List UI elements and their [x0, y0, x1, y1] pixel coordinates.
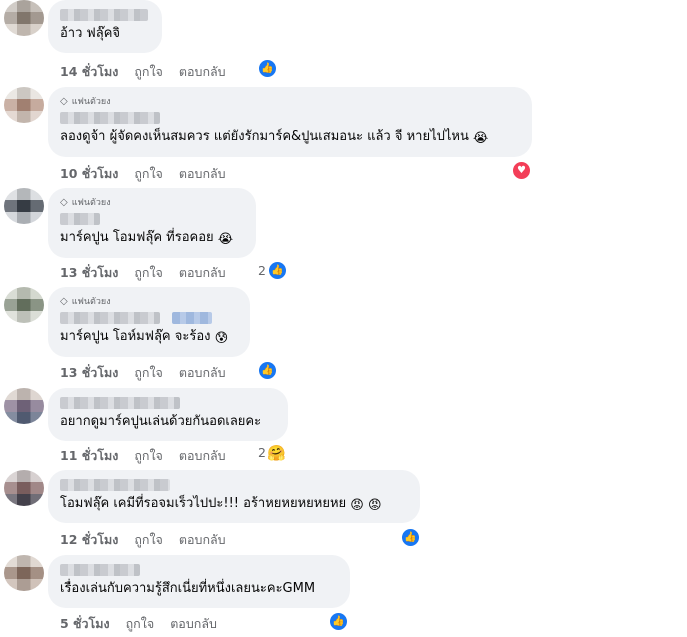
comment-time[interactable]: 5 ชั่วโมง: [60, 614, 110, 634]
like-button[interactable]: ถูกใจ: [134, 446, 163, 466]
reply-button[interactable]: ตอบกลับ: [179, 530, 226, 550]
comment-text: อ้าว ฟลุ๊คจิ: [60, 26, 121, 41]
avatar[interactable]: [4, 287, 44, 323]
tagged-name-blurred[interactable]: [172, 312, 212, 324]
avatar[interactable]: [4, 87, 44, 123]
comment-time[interactable]: 13 ชั่วโมง: [60, 363, 118, 383]
comment-bubble: อ้าว ฟลุ๊คจิ: [48, 0, 162, 53]
reply-button[interactable]: ตอบกลับ: [170, 614, 217, 634]
comment-text: เรื่องเล่นกับความรู้สึกเนี่ยที่หนึ่งเลยน…: [60, 581, 316, 596]
reaction-summary[interactable]: 👍: [258, 59, 277, 78]
commenter-name-blurred[interactable]: [60, 213, 100, 225]
reaction-summary[interactable]: 👍: [401, 528, 420, 547]
top-fan-badge: ◇ แฟนตัวยง: [60, 196, 244, 210]
comment-actions: 11 ชั่วโมง ถูกใจ ตอบกลับ: [60, 446, 226, 466]
reaction-summary[interactable]: 👍: [329, 612, 348, 631]
comment-actions: 5 ชั่วโมง ถูกใจ ตอบกลับ: [60, 614, 217, 634]
like-button[interactable]: ถูกใจ: [126, 614, 155, 634]
comment-time[interactable]: 14 ชั่วโมง: [60, 62, 118, 82]
avatar[interactable]: [4, 388, 44, 424]
reply-button[interactable]: ตอบกลับ: [179, 363, 226, 383]
comment-bubble: โอมฟลุ๊ค เคมีที่รอจมเร็วไปปะ!!! อร้าหยหย…: [48, 470, 420, 523]
comment-text: มาร์คปูน โอห์มฟลุ๊ค จะร้อง 😰: [60, 329, 229, 346]
comment-text: มาร์คปูน โอมฟลุ๊ค ที่รอคอย 😭: [60, 230, 234, 247]
crying-face-icon: 😭: [473, 131, 489, 146]
like-button[interactable]: ถูกใจ: [134, 164, 163, 184]
like-icon: 👍: [258, 361, 277, 380]
like-icon: 👍: [329, 612, 348, 631]
reaction-summary[interactable]: 2 🤗: [258, 443, 286, 462]
like-icon: 👍: [267, 261, 287, 280]
reaction-count: 2: [258, 445, 266, 460]
comment-text: อยากดูมาร์คปูนเล่นด้วยกันอดเลยคะ: [60, 414, 262, 429]
top-fan-badge: ◇ แฟนตัวยง: [60, 295, 238, 309]
heart-icon: ♥: [512, 161, 531, 180]
diamond-icon: ◇: [60, 197, 68, 208]
reaction-summary[interactable]: 2 👍: [258, 261, 287, 280]
comment-time[interactable]: 10 ชั่วโมง: [60, 164, 118, 184]
comment-bubble: เรื่องเล่นกับความรู้สึกเนี่ยที่หนึ่งเลยน…: [48, 555, 350, 608]
avatar[interactable]: [4, 470, 44, 506]
reaction-count: 2: [258, 263, 266, 278]
commenter-name-blurred[interactable]: [60, 564, 140, 576]
like-icon: 👍: [401, 528, 420, 547]
avatar[interactable]: [4, 0, 44, 36]
avatar[interactable]: [4, 188, 44, 224]
comment-actions: 12 ชั่วโมง ถูกใจ ตอบกลับ: [60, 530, 226, 550]
angry-face-icon: 😡 😡: [350, 498, 382, 513]
comment-time[interactable]: 11 ชั่วโมง: [60, 446, 118, 466]
commenter-name-blurred[interactable]: [60, 9, 148, 21]
avatar[interactable]: [4, 555, 44, 591]
diamond-icon: ◇: [60, 296, 68, 307]
comment-text: ลองดูจ้า ผู้จัดคงเห็นสมควร แต่ยังรักมาร์…: [60, 129, 489, 146]
comment-actions: 10 ชั่วโมง ถูกใจ ตอบกลับ: [60, 164, 226, 184]
comment-time[interactable]: 12 ชั่วโมง: [60, 530, 118, 550]
reaction-summary[interactable]: 👍: [258, 361, 277, 380]
badge-label: แฟนตัวยง: [71, 198, 111, 208]
comment-time[interactable]: 13 ชั่วโมง: [60, 263, 118, 283]
reaction-summary[interactable]: ♥: [512, 161, 531, 180]
like-button[interactable]: ถูกใจ: [134, 530, 163, 550]
like-icon: 👍: [258, 59, 277, 78]
badge-label: แฟนตัวยง: [71, 297, 111, 307]
reply-button[interactable]: ตอบกลับ: [179, 263, 226, 283]
badge-label: แฟนตัวยง: [71, 97, 111, 107]
diamond-icon: ◇: [60, 96, 68, 107]
commenter-name-blurred[interactable]: [60, 397, 180, 409]
reply-button[interactable]: ตอบกลับ: [179, 62, 226, 82]
care-icon: 🤗: [267, 443, 286, 462]
comment-bubble: อยากดูมาร์คปูนเล่นด้วยกันอดเลยคะ: [48, 388, 288, 441]
comment-bubble: ◇ แฟนตัวยง ลองดูจ้า ผู้จัดคงเห็นสมควร แต…: [48, 87, 532, 157]
commenter-name-blurred[interactable]: [60, 312, 160, 324]
commenter-name-blurred[interactable]: [60, 112, 160, 124]
like-button[interactable]: ถูกใจ: [134, 363, 163, 383]
comment-actions: 13 ชั่วโมง ถูกใจ ตอบกลับ: [60, 363, 226, 383]
comment-bubble: ◇ แฟนตัวยง มาร์คปูน โอห์มฟลุ๊ค จะร้อง 😰: [48, 287, 250, 357]
reply-button[interactable]: ตอบกลับ: [179, 446, 226, 466]
crying-face-icon: 😭: [217, 232, 234, 247]
like-button[interactable]: ถูกใจ: [134, 62, 163, 82]
comment-actions: 13 ชั่วโมง ถูกใจ ตอบกลับ: [60, 263, 226, 283]
comment-text: โอมฟลุ๊ค เคมีที่รอจมเร็วไปปะ!!! อร้าหยหย…: [60, 496, 382, 513]
comment-actions: 14 ชั่วโมง ถูกใจ ตอบกลับ: [60, 62, 226, 82]
comment-bubble: ◇ แฟนตัวยง มาร์คปูน โอมฟลุ๊ค ที่รอคอย 😭: [48, 188, 256, 258]
like-button[interactable]: ถูกใจ: [134, 263, 163, 283]
anxious-face-icon: 😰: [214, 331, 229, 346]
top-fan-badge: ◇ แฟนตัวยง: [60, 95, 520, 109]
reply-button[interactable]: ตอบกลับ: [179, 164, 226, 184]
commenter-name-blurred[interactable]: [60, 479, 170, 491]
